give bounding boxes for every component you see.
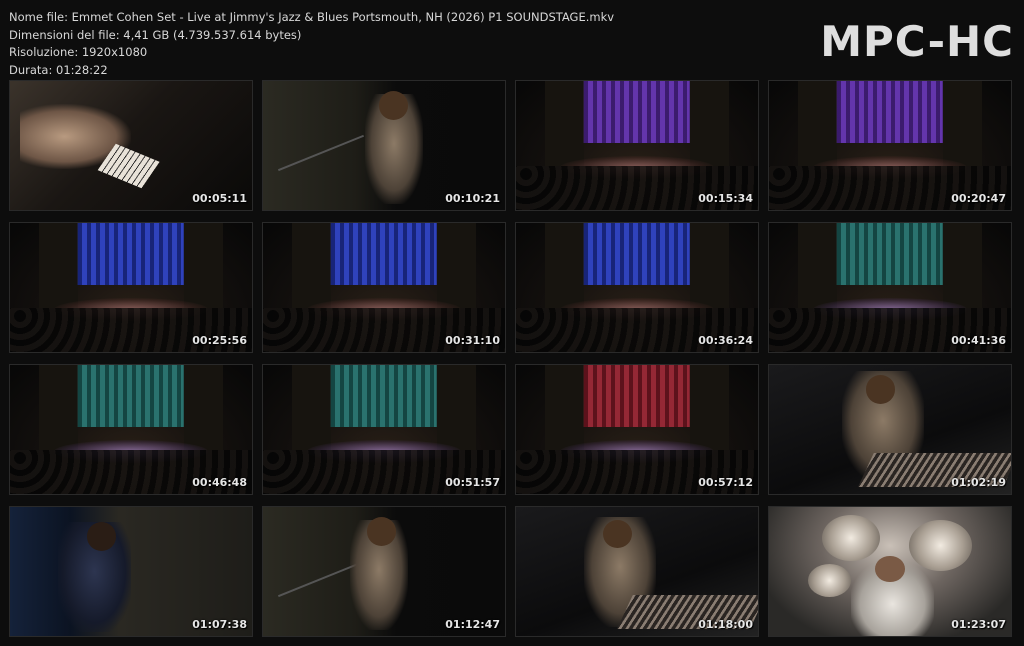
frame-timestamp: 00:36:24 (698, 334, 753, 347)
frame-timestamp: 00:57:12 (698, 476, 753, 489)
file-info-panel: Nome file: Emmet Cohen Set - Live at Jim… (9, 9, 614, 79)
file-size-label: Dimensioni del file: 4,41 GB (4.739.537.… (9, 27, 302, 42)
frame-timestamp: 01:12:47 (445, 618, 500, 631)
frame-timestamp: 00:31:10 (445, 334, 500, 347)
frame-timestamp: 00:05:11 (192, 192, 247, 205)
frame-timestamp: 00:20:47 (951, 192, 1006, 205)
frame-timestamp: 01:23:07 (951, 618, 1006, 631)
thumbnail-frame: 00:15:34 (515, 80, 759, 211)
frame-timestamp: 00:25:56 (192, 334, 247, 347)
mpc-hc-logo: MPC-HC (820, 17, 1014, 66)
frame-timestamp: 01:07:38 (192, 618, 247, 631)
thumbnail-frame: 00:51:57 (262, 364, 506, 495)
thumbnail-frame: 00:05:11 (9, 80, 253, 211)
frame-timestamp: 01:18:00 (698, 618, 753, 631)
thumbnail-frame: 01:02:19 (768, 364, 1012, 495)
frame-timestamp: 01:02:19 (951, 476, 1006, 489)
thumbnail-frame: 00:46:48 (9, 364, 253, 495)
thumbnail-frame: 01:12:47 (262, 506, 506, 637)
frame-timestamp: 00:10:21 (445, 192, 500, 205)
thumbnail-grid: 00:05:11 00:10:21 00:15:34 00:20:47 00:2… (9, 80, 1012, 637)
thumbnail-frame: 01:18:00 (515, 506, 759, 637)
thumbnail-frame: 00:41:36 (768, 222, 1012, 353)
thumbnail-frame: 00:36:24 (515, 222, 759, 353)
frame-timestamp: 00:46:48 (192, 476, 247, 489)
frame-timestamp: 00:51:57 (445, 476, 500, 489)
frame-timestamp: 00:15:34 (698, 192, 753, 205)
thumbnail-frame: 00:25:56 (9, 222, 253, 353)
frame-timestamp: 00:41:36 (951, 334, 1006, 347)
resolution-label: Risoluzione: 1920x1080 (9, 45, 148, 59)
thumbnail-frame: 01:23:07 (768, 506, 1012, 637)
thumbnail-frame: 01:07:38 (9, 506, 253, 637)
thumbnail-frame: 00:57:12 (515, 364, 759, 495)
thumbnail-frame: 00:31:10 (262, 222, 506, 353)
thumbnail-frame: 00:10:21 (262, 80, 506, 211)
thumbnail-frame: 00:20:47 (768, 80, 1012, 211)
duration-label: Durata: 01:28:22 (9, 62, 108, 77)
file-name-label: Nome file: Emmet Cohen Set - Live at Jim… (9, 10, 615, 24)
